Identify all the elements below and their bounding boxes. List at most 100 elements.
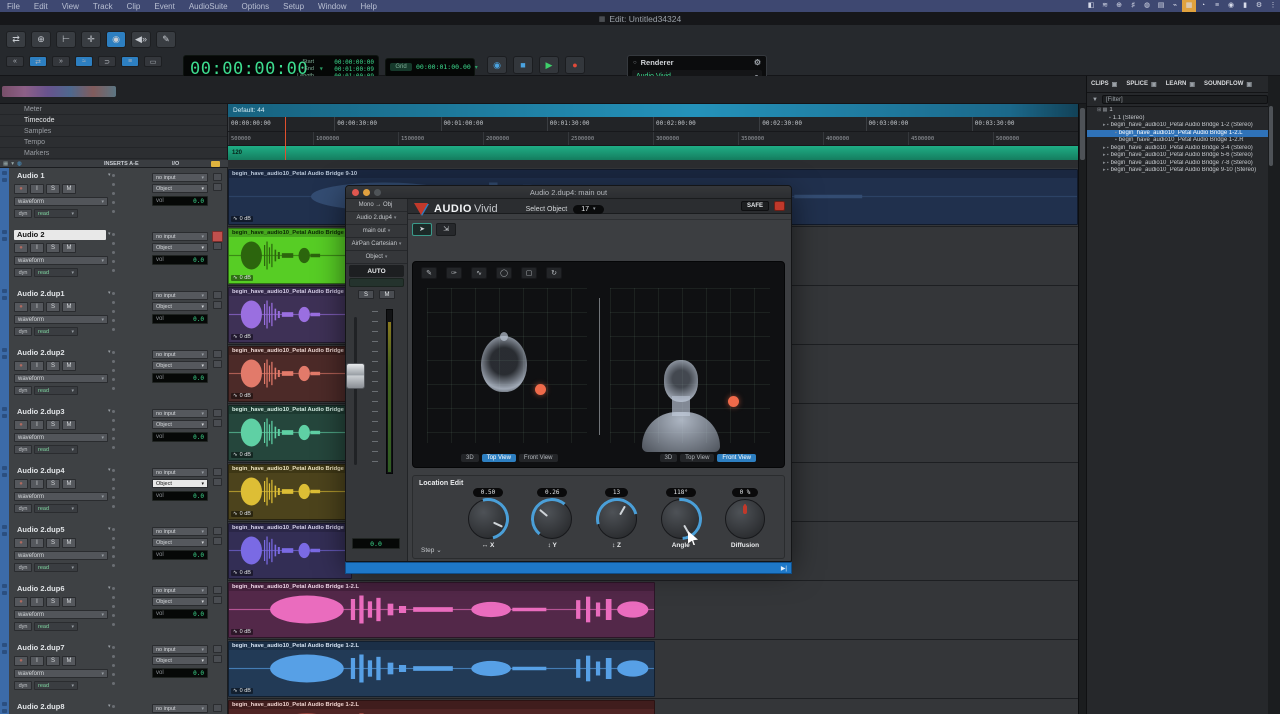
plugin-sidebar-selector[interactable]: main out▾	[346, 225, 407, 238]
input-monitor-button[interactable]: I	[30, 479, 44, 489]
universe-overview[interactable]	[2, 86, 116, 97]
audio-clip[interactable]: begin_have_audio10_Petal Audio Bridge 1-…	[228, 641, 655, 697]
input-selector[interactable]: no input▾	[152, 468, 208, 477]
insert-slots[interactable]	[112, 410, 116, 455]
track-name-dropdown-icon[interactable]: ▾	[108, 290, 111, 296]
track-name-dropdown-icon[interactable]: ▾	[108, 703, 111, 709]
menu-item[interactable]: Help	[353, 2, 383, 11]
clip-list-item[interactable]: ▪ begin_have_audio10_Petal Audio Bridge …	[1087, 137, 1274, 145]
solo-button[interactable]: S	[46, 597, 60, 607]
track-lane[interactable]: begin_have_audio10_Petal Audio Bridge 1-…	[228, 640, 1078, 699]
input-selector[interactable]: no input▾	[152, 291, 208, 300]
transport-button[interactable]: ■	[513, 56, 533, 74]
visualizer-tool-icon[interactable]: ✎	[421, 267, 437, 279]
track-mini-buttons[interactable]	[213, 291, 223, 311]
status-icon[interactable]: ⌁	[1168, 0, 1182, 12]
track-alert-icon[interactable]	[212, 231, 223, 242]
view-mode-button[interactable]: 3D	[660, 454, 678, 462]
track-name-dropdown-icon[interactable]: ▾	[108, 231, 111, 237]
record-arm-button[interactable]: ●	[14, 656, 28, 666]
transport-button[interactable]: ▶	[539, 56, 559, 74]
edit-tool-button[interactable]: ◉	[106, 31, 126, 48]
clip-list-item[interactable]: ▸ ▪ begin_have_audio10_Petal Audio Bridg…	[1087, 160, 1274, 168]
input-monitor-button[interactable]: I	[30, 361, 44, 371]
menu-item[interactable]: Options	[235, 2, 277, 11]
track-name-dropdown-icon[interactable]: ▾	[108, 408, 111, 414]
knob-value[interactable]: 0 %	[732, 488, 759, 497]
clip-gain-badge[interactable]: ∿ 0 dB	[231, 334, 253, 340]
automation-mode-selector[interactable]: read▾	[34, 504, 78, 513]
input-monitor-button[interactable]: I	[30, 420, 44, 430]
clip-gain-badge[interactable]: ∿ 0 dB	[231, 452, 253, 458]
dyn-button[interactable]: dyn	[14, 327, 32, 336]
status-icon[interactable]: ≋	[1098, 0, 1112, 12]
knob[interactable]	[597, 499, 637, 539]
automation-mode-selector[interactable]: read▾	[34, 563, 78, 572]
solo-button[interactable]: S	[46, 538, 60, 548]
expand-tool-button[interactable]: ⇲	[436, 223, 456, 236]
clip-gain-badge[interactable]: ∿ 0 dB	[231, 570, 253, 576]
track-name[interactable]: Audio 2.dup2	[14, 348, 106, 358]
knob-value[interactable]: 0.50	[473, 488, 503, 497]
automation-mode-selector[interactable]: read▾	[34, 386, 78, 395]
track-name-dropdown-icon[interactable]: ▾	[108, 172, 111, 178]
dyn-button[interactable]: dyn	[14, 268, 32, 277]
timecode-ruler[interactable]: 00:00:00:0000:00:30:0000:01:00:0000:01:3…	[228, 117, 1078, 132]
track-color-strip[interactable]	[0, 404, 9, 463]
ruler-lane-name[interactable]: Samples	[0, 126, 227, 137]
insert-slots[interactable]	[112, 469, 116, 514]
track-mini-buttons[interactable]	[213, 704, 223, 714]
track-name-dropdown-icon[interactable]: ▾	[108, 526, 111, 532]
audio-clip[interactable]: begin_have_audio10_Petal Audio Bridge 1-…	[228, 228, 352, 284]
audio-clip[interactable]: begin_have_audio10_Petal Audio Bridge 1-…	[228, 523, 352, 579]
knob[interactable]	[532, 499, 572, 539]
clip-list-item[interactable]: ▸ ▪ begin_have_audio10_Petal Audio Bridg…	[1087, 145, 1274, 153]
volume-readout[interactable]: vol0.0	[152, 550, 208, 560]
menu-item[interactable]: Clip	[120, 2, 148, 11]
input-selector[interactable]: no input▾	[152, 350, 208, 359]
track-color-strip[interactable]	[0, 699, 9, 714]
clip-gain-badge[interactable]: ∿ 0 dB	[231, 511, 253, 517]
timeline-link-icon[interactable]	[211, 161, 220, 167]
track-name[interactable]: Audio 2.dup7	[14, 643, 106, 653]
ruler-lane-name[interactable]: Tempo	[0, 137, 227, 148]
menu-item[interactable]: Setup	[276, 2, 311, 11]
track-view-selector[interactable]: waveform▾	[14, 492, 108, 501]
volume-fader-cap[interactable]	[346, 363, 365, 389]
track-view-selector[interactable]: waveform▾	[14, 433, 108, 442]
clip-gain-badge[interactable]: ∿ 0 dB	[231, 629, 253, 635]
edit-mode-button[interactable]: ≡	[121, 56, 139, 67]
menu-item[interactable]: Window	[311, 2, 353, 11]
record-arm-button[interactable]: ●	[14, 538, 28, 548]
track-name[interactable]: Audio 1	[14, 171, 106, 181]
object-dot-front-view[interactable]	[728, 396, 739, 407]
record-arm-button[interactable]: ●	[14, 184, 28, 194]
track-lane[interactable]: begin_have_audio10_Petal Audio Bridge 1-…	[228, 699, 1078, 714]
view-mode-button[interactable]: 3D	[461, 454, 479, 462]
track-color-strip[interactable]	[0, 345, 9, 404]
automation-mode-selector[interactable]: read▾	[34, 327, 78, 336]
ruler-lane-name[interactable]: Timecode	[0, 115, 227, 126]
menu-item[interactable]: Event	[147, 2, 181, 11]
visualizer-tool-icon[interactable]: ◯	[496, 267, 512, 279]
clip-gain-badge[interactable]: ∿ 0 dB	[231, 688, 253, 694]
audio-clip[interactable]: begin_have_audio10_Petal Audio Bridge 1-…	[228, 346, 352, 402]
track-color-strip[interactable]	[0, 463, 9, 522]
knob[interactable]	[468, 499, 508, 539]
menu-item[interactable]: File	[0, 2, 27, 11]
object-number-selector[interactable]: 17 ▾	[573, 205, 603, 214]
tempo-ruler[interactable]: 120	[228, 146, 1078, 160]
clip-gain-badge[interactable]: ∿ 0 dB	[231, 393, 253, 399]
clip-list-item[interactable]: ▸ ▪ begin_have_audio10_Petal Audio Bridg…	[1087, 152, 1274, 160]
dyn-button[interactable]: dyn	[14, 681, 32, 690]
track-color-strip[interactable]	[0, 581, 9, 640]
transport-button[interactable]: ◉	[487, 56, 507, 74]
edit-tool-button[interactable]: ⊕	[31, 31, 51, 48]
ruler-lane-name[interactable]: Markers	[0, 148, 227, 159]
track-view-selector[interactable]: waveform▾	[14, 315, 108, 324]
track-lane[interactable]: begin_have_audio10_Petal Audio Bridge 1-…	[228, 581, 1078, 640]
grid-nudge-dropdown-icon[interactable]: ▾	[475, 64, 478, 71]
visualizer-tool-icon[interactable]: ↻	[546, 267, 562, 279]
clip-list-item[interactable]: ⊞ ▦ 1	[1087, 107, 1274, 115]
menu-item[interactable]: View	[55, 2, 86, 11]
